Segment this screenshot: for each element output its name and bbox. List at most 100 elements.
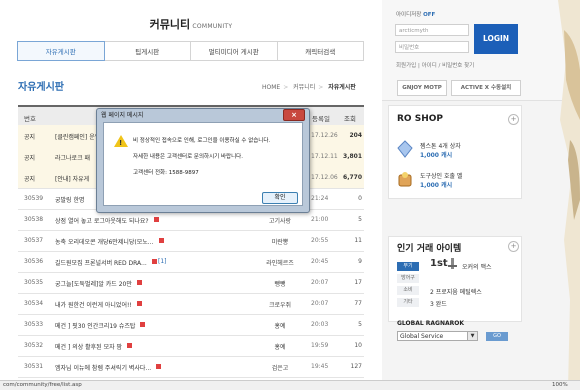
shop-item-name[interactable]: 젬스톤 4개 상자 <box>420 141 461 150</box>
new-post-icon <box>156 364 161 369</box>
global-service-select[interactable]: Global Service ▼ <box>397 331 478 341</box>
login-links[interactable]: 회원가입 | 아이디 / 비밀번호 찾기 <box>396 61 474 69</box>
breadcrumb-community[interactable]: 커뮤니티 <box>293 84 315 91</box>
dialog-ok-button[interactable]: 확인 <box>262 192 298 204</box>
activex-install-button[interactable]: ACTIVE X 수동설치 <box>451 80 521 96</box>
post-number: 30536 <box>24 258 44 265</box>
breadcrumb-current: 자유게시판 <box>328 84 356 91</box>
post-views: 204 <box>349 132 362 139</box>
gnjoy-motp-button[interactable]: GNJOY MOTP <box>397 80 447 96</box>
post-author: 미란뽕 <box>271 239 289 246</box>
post-title[interactable]: 궁그늘[도둑벌레]알 카드 20만 <box>55 279 132 288</box>
keep-id-label: 아이디저장 <box>396 12 422 18</box>
post-author: 뺑뺑 <box>274 281 286 288</box>
post-date: 20:07 <box>311 279 329 286</box>
table-row[interactable]: 30534 내가 원한건 이런게 아니었어!! 크로우쥐 20:07 77 <box>18 293 364 315</box>
post-views: 0 <box>358 195 362 202</box>
post-number: 30538 <box>24 216 44 223</box>
post-title[interactable]: 엠자님 이뉴에 참렘 주셔릭기 벽사다... <box>55 363 151 372</box>
post-date: 20:45 <box>311 258 329 265</box>
comment-count[interactable]: [1] <box>158 258 167 265</box>
post-title[interactable]: 농축 오리데오콘 개당6만제니당(모노... <box>55 237 154 246</box>
post-title[interactable]: 메건 ] 핏30 인간크리19 슈즈탑 <box>55 321 135 330</box>
merchant-bell-icon[interactable] <box>397 170 413 188</box>
login-button[interactable]: LOGIN <box>474 24 518 54</box>
community-subtitle: COMMUNITY <box>192 23 233 30</box>
post-title[interactable]: 내가 원한건 이런게 아니었어!! <box>55 300 132 309</box>
post-date: 17.12.06 <box>311 174 338 181</box>
table-row[interactable]: 30536 길드원모집 프론널서버 RED DRA... 라인헤르즈 20:45 9 [1… <box>18 251 364 273</box>
post-title[interactable]: 길드원모집 프론널서버 RED DRA... <box>55 258 147 267</box>
community-title: 커뮤니티 <box>149 18 191 31</box>
gemstone-box-icon[interactable] <box>397 140 413 158</box>
trade-item-first[interactable]: 오커의 맥스 <box>462 262 492 271</box>
trade-item-second[interactable]: 2 프로지움 메틸렉스 <box>430 287 482 296</box>
global-service-value: Global Service <box>400 333 444 340</box>
post-date: 19:59 <box>311 342 329 349</box>
trade-tab-weapon[interactable]: 무기 <box>397 262 419 271</box>
table-row[interactable]: 30531 엠자님 이뉴에 참렘 주셔릭기 벽사다... 검은고 19:45 127 <box>18 356 364 378</box>
new-post-icon <box>140 322 145 327</box>
popular-trade-more-icon[interactable]: + <box>508 241 519 252</box>
table-row[interactable]: 30537 농축 오리데오콘 개당6만제니당(모노... 미란뽕 20:55 11 <box>18 230 364 252</box>
tab-free-board[interactable]: 자유게시판 <box>17 41 105 61</box>
post-views: 5 <box>358 216 362 223</box>
close-icon[interactable]: × <box>283 109 305 121</box>
table-row[interactable]: 30533 메건 ] 핏30 인간크리19 슈즈탑 홍예 20:03 5 <box>18 314 364 336</box>
password-input[interactable]: 비밀번호 <box>395 41 469 53</box>
new-post-icon <box>127 343 132 348</box>
trade-item-third[interactable]: 3 완드 <box>430 299 447 308</box>
post-title[interactable]: 궁발링 한명 <box>55 195 85 204</box>
post-views: 5 <box>358 321 362 328</box>
table-row[interactable]: 30535 궁그늘[도둑벌레]알 카드 20만 뺑뺑 20:07 17 <box>18 272 364 294</box>
dialog-message-line1: 비 정상적인 접속으로 인해, 로그인을 이용하실 수 없습니다. <box>133 138 271 144</box>
post-author: 고기사랑 <box>268 218 292 225</box>
popular-trade-title: 인기 거래 아이템 <box>397 244 462 254</box>
table-row[interactable]: 30532 메건 ] 의상 활후된 모자 팜 홍예 19:59 10 <box>18 335 364 357</box>
trade-item-icon <box>448 258 457 269</box>
post-views: 10 <box>354 342 362 349</box>
post-title[interactable]: 상점 열어 놓고 로그아웃해도 되나요? <box>55 216 149 225</box>
shop-item-name[interactable]: 도구상인 호출 벨 <box>420 171 462 180</box>
post-author: 홍예 <box>274 323 286 330</box>
ro-shop-more-icon[interactable]: + <box>508 114 519 125</box>
page-title: 자유게시판 <box>18 82 64 93</box>
post-author: 검은고 <box>271 365 289 372</box>
global-go-button[interactable]: GO <box>486 332 508 341</box>
tab-tip-board[interactable]: 팁게시판 <box>103 41 191 61</box>
post-title[interactable]: 라그나로크 패 <box>55 153 90 162</box>
new-post-icon <box>137 301 142 306</box>
trade-tab-armor[interactable]: 방어구 <box>397 274 419 283</box>
shop-item-price: 1,000 캐시 <box>420 152 453 159</box>
post-views: 11 <box>354 237 362 244</box>
new-post-icon <box>159 238 164 243</box>
keep-id-toggle[interactable]: 아이디저장 OFF <box>396 10 435 18</box>
trade-tab-consumable[interactable]: 소비 <box>397 286 419 295</box>
post-date: 21:24 <box>311 195 329 202</box>
dialog-title: 웹 페이지 메시지 <box>101 112 144 119</box>
character-illustration <box>520 0 580 389</box>
header-no: 번호 <box>24 115 36 123</box>
post-number: 30535 <box>24 279 44 286</box>
post-date: 20:55 <box>311 237 329 244</box>
post-author: 홍예 <box>274 344 286 351</box>
new-post-icon <box>152 259 157 264</box>
dialog-message-line3: 고객센터 전화: 1588-9897 <box>133 170 199 176</box>
status-url: com/community/free/list.asp <box>3 382 82 388</box>
tab-character-search[interactable]: 캐릭터검색 <box>276 41 364 61</box>
post-views: 127 <box>350 363 362 370</box>
breadcrumb-home[interactable]: HOME <box>262 84 280 91</box>
trade-tab-etc[interactable]: 기타 <box>397 298 419 307</box>
breadcrumb: HOME > 커뮤니티 > 자유게시판 <box>262 84 356 91</box>
post-title[interactable]: [클린캠페인] 운영 <box>55 132 100 141</box>
post-title[interactable]: [안내] 자유게 <box>55 174 89 183</box>
tab-multimedia-board[interactable]: 멀티미디어 게시판 <box>190 41 278 61</box>
community-header: 커뮤니티 COMMUNITY <box>0 16 382 32</box>
post-number: 30531 <box>24 363 44 370</box>
post-number: 30539 <box>24 195 44 202</box>
id-input[interactable]: arcticmyth <box>395 24 469 36</box>
post-number: 30537 <box>24 237 44 244</box>
rank-first: 1st <box>430 258 448 269</box>
zoom-level[interactable]: 100% <box>552 382 568 388</box>
post-title[interactable]: 메건 ] 의상 활후된 모자 팜 <box>55 342 122 351</box>
